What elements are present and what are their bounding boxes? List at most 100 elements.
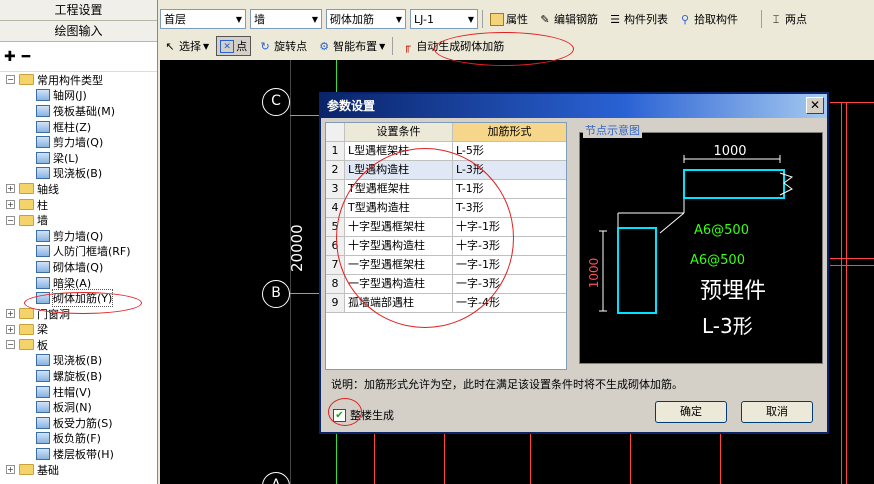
expand-icon[interactable]: +: [6, 200, 15, 210]
properties-icon: [490, 12, 504, 26]
tree-item[interactable]: 暗梁(A): [0, 275, 157, 291]
ok-button[interactable]: 确定: [655, 401, 727, 423]
tree-item[interactable]: 人防门框墙(RF): [0, 244, 157, 260]
tree-folder[interactable]: + 门窗洞: [0, 306, 157, 322]
drawing-input-tab[interactable]: 绘图输入: [0, 21, 157, 42]
cancel-button[interactable]: 取消: [741, 401, 813, 423]
expand-icon[interactable]: +: [6, 309, 15, 319]
tree-label: 现浇板(B): [53, 354, 103, 368]
parameter-settings-dialog: 参数设置 ✕ 设置条件 加筋形式 1 L型遇框架柱 L-5形 2 L型遇构造柱 L-3形 3…: [319, 92, 829, 434]
form-cell[interactable]: T-1形: [453, 180, 566, 198]
table-row[interactable]: 7 一字型遇框架柱 一字-1形: [326, 256, 566, 275]
table-row[interactable]: 6 十字型遇构造柱 十字-3形: [326, 237, 566, 256]
table-row[interactable]: 1 L型遇框架柱 L-5形: [326, 142, 566, 161]
preview-label: 节点示意图: [583, 122, 642, 138]
tree-item[interactable]: 筏板基础(M): [0, 103, 157, 119]
form-cell[interactable]: 一字-4形: [453, 294, 566, 312]
tree-item[interactable]: 剪力墙(Q): [0, 134, 157, 150]
component-select[interactable]: LJ-1 ▼: [410, 9, 478, 29]
folder-icon: [19, 308, 34, 320]
form-cell[interactable]: 十字-3形: [453, 237, 566, 255]
form-cell[interactable]: 十字-1形: [453, 218, 566, 236]
component-icon: [36, 120, 50, 133]
tree-item[interactable]: 轴网(J): [0, 88, 157, 104]
tree-item[interactable]: 砌体加筋(Y): [0, 289, 157, 308]
close-button[interactable]: ✕: [806, 97, 824, 114]
tree-item[interactable]: 板洞(N): [0, 399, 157, 415]
expand-all-icon[interactable]: ✚: [4, 49, 16, 65]
project-settings-tab[interactable]: 工程设置: [0, 0, 157, 21]
tree-label: 常用构件类型: [37, 73, 103, 87]
table-header: 设置条件 加筋形式: [326, 123, 566, 142]
smart-layout-button[interactable]: ⚙ 智能布置 ▼: [314, 36, 388, 56]
checkbox-check-icon[interactable]: ✔: [333, 408, 346, 422]
tree-folder[interactable]: − 墙: [0, 212, 157, 228]
table-row[interactable]: 5 十字型遇框架柱 十字-1形: [326, 218, 566, 237]
dialog-title-bar[interactable]: 参数设置 ✕: [321, 94, 827, 118]
tree-label: 门窗洞: [37, 307, 70, 321]
floor-select[interactable]: 首层 ▼: [160, 9, 246, 29]
table-row[interactable]: 2 L型遇构造柱 L-3形: [326, 161, 566, 180]
row-number: 9: [326, 294, 345, 312]
axis-label-a: A: [262, 472, 290, 484]
expand-icon[interactable]: +: [6, 184, 15, 194]
tree-label: 梁(L): [53, 151, 79, 165]
edit-rebar-button[interactable]: ✎ 编辑钢筋: [535, 9, 601, 29]
whole-building-checkbox[interactable]: ✔ 整楼生成: [333, 407, 394, 423]
tree-item[interactable]: 现浇板(B): [0, 353, 157, 369]
tree-folder[interactable]: + 柱: [0, 197, 157, 213]
tree-item[interactable]: 框柱(Z): [0, 119, 157, 135]
tree-folder[interactable]: + 梁: [0, 322, 157, 338]
tree-item[interactable]: 楼层板带(H): [0, 446, 157, 462]
tree-label: 基础: [37, 463, 59, 477]
table-row[interactable]: 8 一字型遇构造柱 一字-3形: [326, 275, 566, 294]
tree-label: 楼层板带(H): [53, 448, 114, 462]
note-text: 说明：加筋形式允许为空，此时在满足该设置条件时将不生成砌体加筋。: [331, 378, 683, 391]
collapse-all-icon[interactable]: ━: [22, 49, 30, 65]
tree-item[interactable]: 板负筋(F): [0, 431, 157, 447]
condition-cell: L型遇构造柱: [345, 161, 453, 179]
rotate-point-button[interactable]: ↻ 旋转点: [255, 36, 310, 56]
form-cell[interactable]: 一字-1形: [453, 256, 566, 274]
tree-item[interactable]: 剪力墙(Q): [0, 228, 157, 244]
point-button[interactable]: ✕ 点: [216, 36, 252, 56]
tree-folder[interactable]: − 板: [0, 337, 157, 353]
form-cell[interactable]: L-5形: [453, 142, 566, 160]
dimension-text: 20000: [288, 224, 306, 272]
table-row[interactable]: 3 T型遇框架柱 T-1形: [326, 180, 566, 199]
category-select[interactable]: 墙 ▼: [250, 9, 322, 29]
tree-label: 筏板基础(M): [53, 104, 116, 118]
form-cell[interactable]: T-3形: [453, 199, 566, 217]
tree-item[interactable]: 板受力筋(S): [0, 415, 157, 431]
tree-item[interactable]: 螺旋板(B): [0, 368, 157, 384]
pick-component-button[interactable]: ⚲ 拾取构件: [675, 9, 741, 29]
tree-folder[interactable]: + 轴线: [0, 181, 157, 197]
collapse-icon[interactable]: −: [6, 340, 15, 350]
tree-item[interactable]: 现浇板(B): [0, 166, 157, 182]
tree-folder[interactable]: − 常用构件类型: [0, 72, 157, 88]
form-cell[interactable]: L-3形: [453, 161, 566, 179]
form-cell[interactable]: 一字-3形: [453, 275, 566, 293]
table-row[interactable]: 4 T型遇构造柱 T-3形: [326, 199, 566, 218]
select-button[interactable]: ↖ 选择 ▼: [160, 36, 212, 56]
properties-button[interactable]: 属性: [487, 9, 531, 29]
edit-rebar-icon: ✎: [540, 12, 550, 26]
condition-cell: T型遇框架柱: [345, 180, 453, 198]
column-header-condition: 设置条件: [345, 123, 453, 141]
smart-layout-icon: ⚙: [319, 39, 330, 53]
auto-generate-button[interactable]: ╓ 自动生成砌体加筋: [397, 36, 507, 56]
component-list-button[interactable]: ☰ 构件列表: [605, 9, 671, 29]
tree-item[interactable]: 梁(L): [0, 150, 157, 166]
collapse-icon[interactable]: −: [6, 75, 15, 85]
tree-folder[interactable]: + 基础: [0, 462, 157, 478]
folder-icon: [19, 323, 34, 335]
collapse-icon[interactable]: −: [6, 215, 15, 225]
expand-icon[interactable]: +: [6, 465, 15, 475]
table-row[interactable]: 9 孤墙端部遇柱 一字-4形: [326, 294, 566, 313]
node-diagram: 1000 1000 A6@500 A6@500 预埋件 L-3形: [579, 132, 823, 364]
tree-item[interactable]: 砌体墙(Q): [0, 259, 157, 275]
two-points-button[interactable]: ⌶ 两点: [766, 9, 810, 29]
component-type-select[interactable]: 砌体加筋 ▼: [326, 9, 406, 29]
expand-icon[interactable]: +: [6, 324, 15, 334]
tree-item[interactable]: 柱帽(V): [0, 384, 157, 400]
